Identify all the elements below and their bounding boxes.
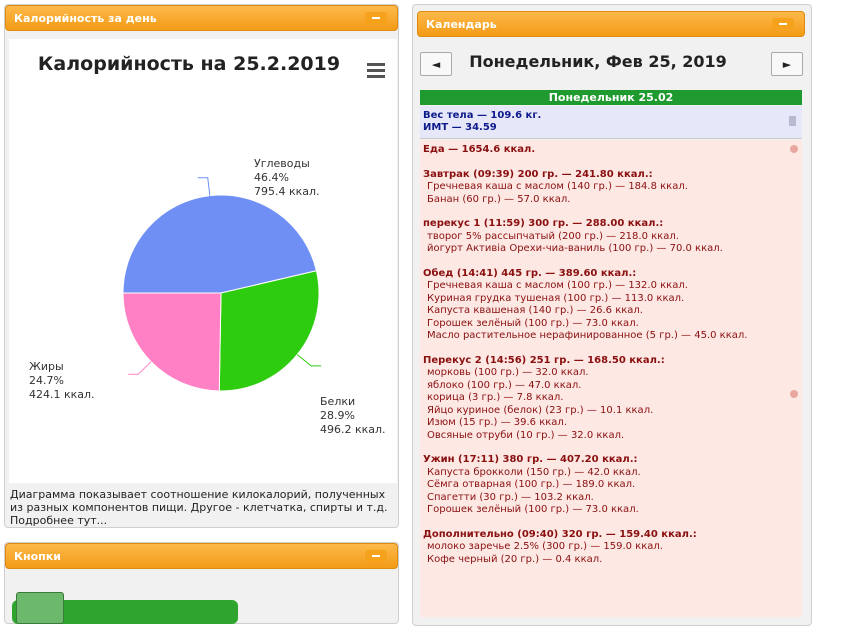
meal-block: Перекус 2 (14:56) 251 гр. — 168.50 ккал.… <box>423 355 799 443</box>
calories-panel-header[interactable]: Калорийность за день <box>5 5 398 31</box>
label-fats-name: Жиры <box>29 360 64 373</box>
meal-item: Капуста квашеная (140 гр.) — 26.6 ккал. <box>427 305 643 316</box>
calories-chart: Калорийность на 25.2.2019 Углеводы 46.4%… <box>9 39 397 483</box>
meal-block: Завтрак (09:39) 200 гр. — 241.80 ккал.: Г… <box>423 169 799 207</box>
edit-icon[interactable] <box>790 145 798 153</box>
meal-item: Гречневая каша с маслом (100 гр.) — 132.… <box>427 280 688 291</box>
meal-block: Обед (14:41) 445 гр. — 389.60 ккал.: Греч… <box>423 268 799 343</box>
body-weight: Вес тела — 109.6 кг. <box>423 110 542 121</box>
label-fats-percent: 24.7% <box>29 374 64 387</box>
label-fats-kcal: 424.1 ккал. <box>29 388 95 401</box>
meal-item: творог 5% рассыпчатый (200 гр.) — 218.0 … <box>427 230 679 242</box>
collapse-icon[interactable] <box>365 12 387 24</box>
meal-item: морковь (100 гр.) — 32.0 ккал. <box>427 367 589 378</box>
meal-item: Яйцо куриное (белок) (23 гр.) — 10.1 кка… <box>427 404 654 416</box>
meal-item: йогурт Активia Орехи-чиа-ваниль (100 гр.… <box>427 243 723 254</box>
edit-icon[interactable] <box>790 390 798 398</box>
calories-panel: Калорийность за день Калорийность на 25.… <box>4 4 399 528</box>
meal-item: Сёмга отварная (100 гр.) — 189.0 ккал. <box>427 479 636 490</box>
prev-day-button[interactable]: ◄ <box>420 52 452 76</box>
label-carbs-name: Углеводы <box>254 157 310 170</box>
label-carbs-percent: 46.4% <box>254 171 289 184</box>
meal-item: Спагетти (30 гр.) — 103.2 ккал. <box>427 491 594 503</box>
meal-title[interactable]: Дополнительно (09:40) 320 гр. — 159.40 к… <box>423 529 799 542</box>
label-fats: Жиры 24.7% 424.1 ккал. <box>29 360 95 402</box>
leader-line-fats <box>128 361 152 375</box>
meal-title[interactable]: Ужин (17:11) 380 гр. — 407.20 ккал.: <box>423 454 799 467</box>
meal-list: Завтрак (09:39) 200 гр. — 241.80 ккал.: Г… <box>423 169 799 567</box>
meal-title[interactable]: Обед (14:41) 445 гр. — 389.60 ккал.: <box>423 268 799 281</box>
food-total: Еда — 1654.6 ккал. <box>423 144 536 155</box>
meal-block: Дополнительно (09:40) 320 гр. — 159.40 к… <box>423 529 799 567</box>
meal-item: Банан (60 гр.) — 57.0 ккал. <box>427 193 571 205</box>
body-metrics: Вес тела — 109.6 кг. ИМТ — 34.59 <box>420 106 802 139</box>
label-protein-name: Белки <box>320 395 356 408</box>
chart-description: Диаграмма показывает соотношение килокал… <box>10 488 388 527</box>
label-carbs-kcal: 795.4 ккал. <box>254 185 320 198</box>
bmi-value: ИМТ — 34.59 <box>423 122 497 133</box>
meal-title[interactable]: Перекус 2 (14:56) 251 гр. — 168.50 ккал.… <box>423 355 799 368</box>
meal-block: перекус 1 (11:59) 300 гр. — 288.00 ккал.… <box>423 218 799 256</box>
collapse-icon[interactable] <box>772 18 794 30</box>
meal-item: Горошек зелёный (100 гр.) — 73.0 ккал. <box>427 504 639 515</box>
label-carbs: Углеводы 46.4% 795.4 ккал. <box>254 157 320 199</box>
next-day-button[interactable]: ► <box>771 52 803 76</box>
leader-line-carbs <box>197 177 211 196</box>
leader-line-protein <box>296 354 322 367</box>
calendar-icon <box>16 592 64 624</box>
collapse-icon[interactable] <box>365 550 387 562</box>
meal-item: Масло растительное нерафинированное (5 г… <box>427 330 748 341</box>
buttons-panel-header[interactable]: Кнопки <box>5 543 398 569</box>
calendar-panel-header[interactable]: Календарь <box>417 11 805 37</box>
meal-title[interactable]: Завтрак (09:39) 200 гр. — 241.80 ккал.: <box>423 169 799 182</box>
meal-item: Горошек зелёный (100 гр.) — 73.0 ккал. <box>427 317 639 329</box>
meal-item: Куриная грудка тушеная (100 гр.) — 113.0… <box>427 292 685 304</box>
label-protein-percent: 28.9% <box>320 409 355 422</box>
meal-item: Капуста брокколи (150 гр.) — 42.0 ккал. <box>427 466 641 478</box>
meal-item: яблоко (100 гр.) — 47.0 ккал. <box>427 379 582 391</box>
meal-item: Гречневая каша с маслом (140 гр.) — 184.… <box>427 181 688 192</box>
calories-panel-title: Калорийность за день <box>14 11 157 25</box>
food-log: Еда — 1654.6 ккал. Завтрак (09:39) 200 г… <box>420 140 802 617</box>
meal-item: Изюм (15 гр.) — 39.6 ккал. <box>427 417 568 428</box>
calendar-date-title: Понедельник, Фев 25, 2019 <box>469 52 727 71</box>
day-header: Понедельник 25.02 <box>420 90 802 105</box>
meal-item: молоко заречье 2.5% (300 гр.) — 159.0 кк… <box>427 541 663 552</box>
label-protein: Белки 28.9% 496.2 ккал. <box>320 395 386 437</box>
label-protein-kcal: 496.2 ккал. <box>320 423 386 436</box>
meal-item: корица (3 гр.) — 7.8 ккал. <box>427 392 564 403</box>
pie-slice-fats[interactable] <box>122 292 222 392</box>
buttons-panel-title: Кнопки <box>14 549 61 563</box>
calendar-panel-title: Календарь <box>426 17 497 31</box>
meal-title[interactable]: перекус 1 (11:59) 300 гр. — 288.00 ккал.… <box>423 218 799 231</box>
meal-block: Ужин (17:11) 380 гр. — 407.20 ккал.: Капу… <box>423 454 799 517</box>
meal-item: Кофе черный (20 гр.) — 0.4 ккал. <box>427 553 603 565</box>
meal-item: Овсяные отруби (10 гр.) — 32.0 ккал. <box>427 429 625 441</box>
trash-icon[interactable] <box>789 116 796 126</box>
